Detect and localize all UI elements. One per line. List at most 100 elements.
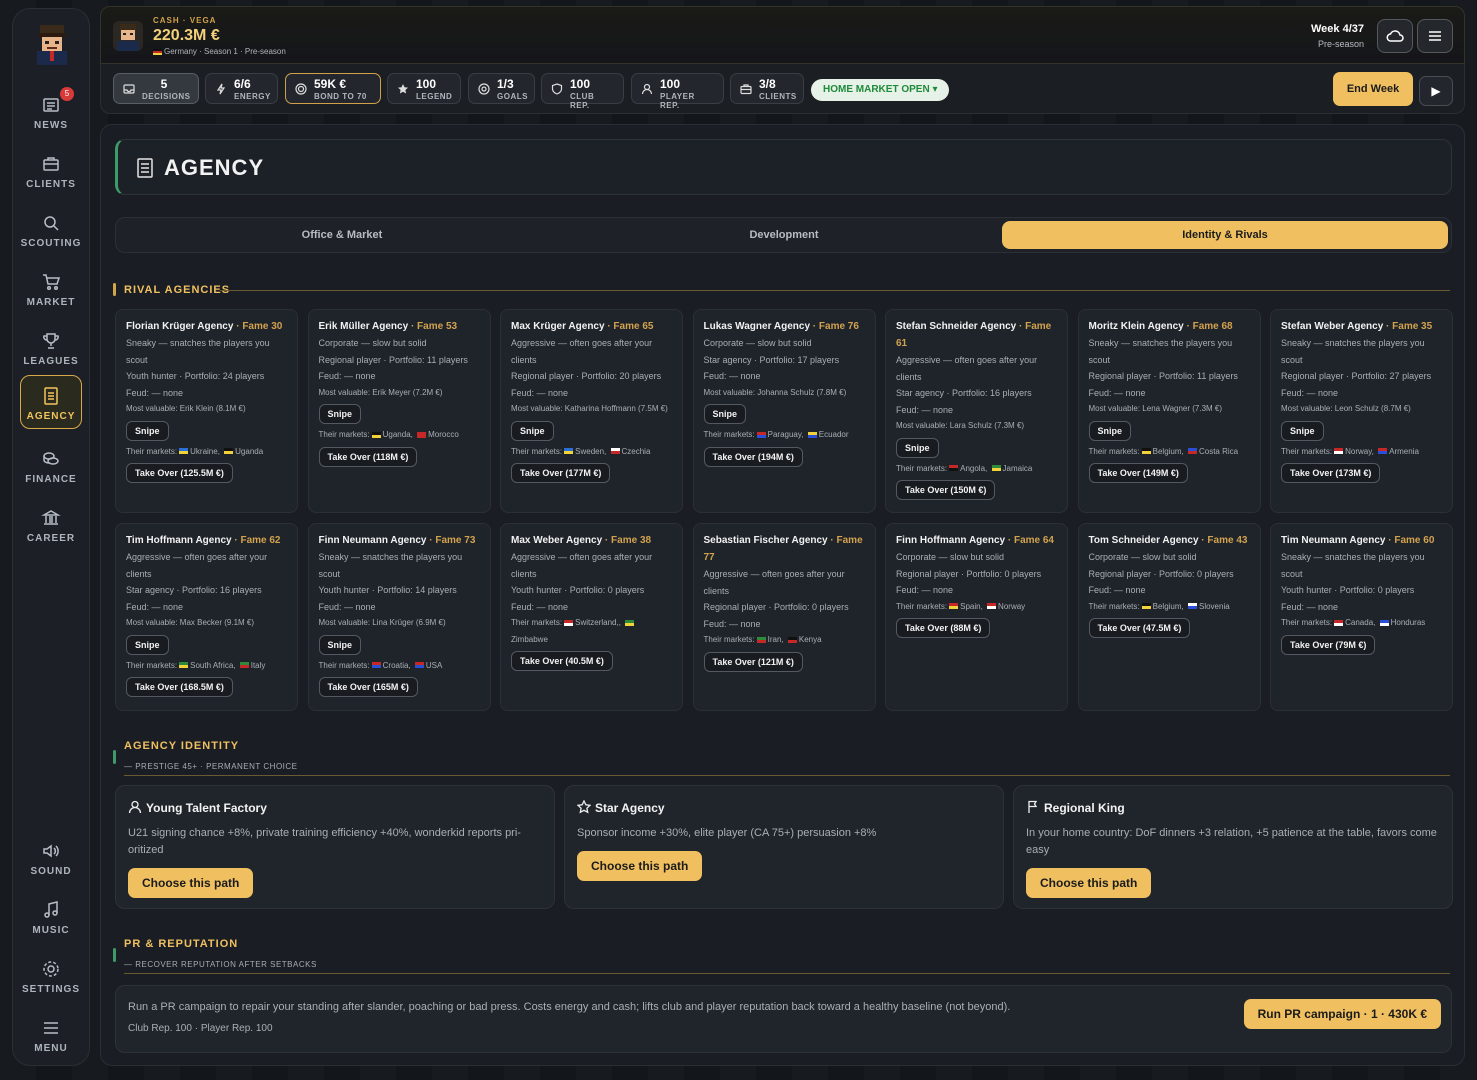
tab-development[interactable]: Development <box>561 221 1007 249</box>
nav-finance[interactable]: FINANCE <box>20 439 82 493</box>
rival-card: Moritz Klein Agency · Fame 68 Sneaky — sn… <box>1077 309 1261 513</box>
rival-fame: · Fame 53 <box>408 321 458 332</box>
snipe-button[interactable]: Snipe <box>703 404 747 424</box>
week-number: Week 4/37 <box>1310 23 1364 35</box>
take-over-button[interactable]: Take Over (88M €) <box>896 618 991 638</box>
rival-name-text: Moritz Klein Agency <box>1088 321 1184 332</box>
market-country: Italy <box>250 660 266 670</box>
country-flag-icon <box>414 662 424 669</box>
nav-label: MUSIC <box>32 925 70 936</box>
take-over-button[interactable]: Take Over (165M €) <box>318 677 418 697</box>
main-panel: AGENCY Office & Market Development Ident… <box>100 124 1465 1066</box>
take-over-button[interactable]: Take Over (173M €) <box>1281 463 1381 483</box>
choose-path-button[interactable]: Choose this path <box>128 868 254 898</box>
take-over-button[interactable]: Take Over (149M €) <box>1088 463 1188 483</box>
nav-settings[interactable]: SETTINGS <box>20 949 82 1003</box>
take-over-button[interactable]: Take Over (125.5M €) <box>126 463 233 483</box>
nav-market[interactable]: MARKET <box>20 262 82 316</box>
stat-decisions[interactable]: 5 DECISIONS <box>113 73 199 104</box>
take-over-button[interactable]: Take Over (118M €) <box>318 446 418 467</box>
snipe-button[interactable]: Snipe <box>1088 420 1132 441</box>
snipe-button[interactable]: Snipe <box>511 420 554 441</box>
tab-identity-rivals[interactable]: Identity & Rivals <box>1002 221 1448 249</box>
stat-value: 5 <box>160 77 168 91</box>
take-over-button[interactable]: Take Over (121M €) <box>703 651 803 672</box>
nav-agency[interactable]: AGENCY <box>20 375 82 429</box>
stat-clients[interactable]: 3/8 CLIENTS <box>730 73 804 104</box>
choose-path-button[interactable]: Choose this path <box>577 851 703 881</box>
rival-name-text: Max Weber Agency <box>511 535 603 546</box>
snipe-button[interactable]: Snipe <box>126 420 169 441</box>
take-over-button[interactable]: Take Over (194M €) <box>703 446 803 467</box>
music-icon <box>44 901 58 918</box>
week-indicator: Week 4/37 Pre-season <box>1311 23 1364 49</box>
rival-name-text: Erik Müller Agency <box>318 321 409 332</box>
take-over-button[interactable]: Take Over (150M €) <box>896 480 996 500</box>
rival-markets: Their markets: Sweden, Czechia <box>511 446 651 456</box>
run-pr-campaign-button[interactable]: Run PR campaign · 1 · 430K € <box>1243 999 1441 1029</box>
market-country: Uganda <box>382 430 411 439</box>
rival-card: Stefan Weber Agency · Fame 35 Sneaky — sn… <box>1270 309 1453 513</box>
snipe-button[interactable]: Snipe <box>126 634 169 655</box>
rival-detail: Feud: — none <box>1088 387 1146 398</box>
identity-card-desc: U21 signing chance +8%, private training… <box>128 827 521 856</box>
rival-markets: Their markets: Belgium, Costa Rica <box>1088 446 1239 456</box>
rival-fame: · Fame 30 <box>233 321 283 332</box>
rival-detail: Feud: — none <box>896 404 954 415</box>
snipe-button[interactable]: Snipe <box>318 404 362 424</box>
nav-career[interactable]: CAREER <box>20 498 82 552</box>
rival-markets: Their markets: South Africa, Italy <box>126 660 266 670</box>
rival-detail: Regional player · Portfolio: 11 players <box>318 354 468 365</box>
rival-detail: Aggressive — often goes after your clien… <box>511 552 653 579</box>
market-country: Czechia <box>621 446 651 456</box>
identity-card-desc: Sponsor income +30%, elite player (CA 75… <box>577 827 877 839</box>
section-title: RIVAL AGENCIES <box>124 284 231 296</box>
cloud-save-button[interactable] <box>1377 19 1413 53</box>
stat-legend[interactable]: 100 LEGEND <box>387 73 461 104</box>
country-flag-icon <box>417 431 427 438</box>
country-flag-icon <box>1187 448 1197 455</box>
choose-path-button[interactable]: Choose this path <box>1026 868 1152 898</box>
rival-markets: Their markets: Canada, Honduras <box>1281 618 1426 627</box>
take-over-button[interactable]: Take Over (79M €) <box>1281 634 1376 655</box>
take-over-button[interactable]: Take Over (40.5M €) <box>511 651 613 671</box>
rival-card: Finn Hoffmann Agency · Fame 64 Corporate … <box>885 523 1068 711</box>
rival-name-text: Stefan Weber Agency <box>1281 321 1384 332</box>
nav-music[interactable]: MUSIC <box>20 890 82 944</box>
market-country: Spain <box>960 601 981 611</box>
end-week-button[interactable]: End Week <box>1333 72 1413 106</box>
coins-icon <box>43 452 59 465</box>
identity-title-text: Young Talent Factory <box>146 801 267 815</box>
nav-sound[interactable]: SOUND <box>20 831 82 885</box>
main-menu-button[interactable] <box>1417 19 1453 53</box>
rival-fame: · Fame 68 <box>1183 321 1233 332</box>
pr-reputation-heading: PR & REPUTATION <box>113 938 238 962</box>
rival-detail: Regional player · Portfolio: 0 players <box>703 602 849 612</box>
stat-bond[interactable]: 59K € BOND TO 70 <box>285 73 381 104</box>
take-over-button[interactable]: Take Over (168.5M €) <box>126 677 233 697</box>
stat-player-rep[interactable]: 100 PLAYER REP. <box>631 73 724 110</box>
stat-energy[interactable]: 6/6 ENERGY <box>205 73 278 104</box>
snipe-button[interactable]: Snipe <box>896 437 939 458</box>
take-over-button[interactable]: Take Over (47.5M €) <box>1088 618 1191 638</box>
nav-menu[interactable]: MENU <box>20 1008 82 1062</box>
home-market-status-dropdown[interactable]: HOME MARKET OPEN ▾ <box>811 79 950 101</box>
tab-office-market[interactable]: Office & Market <box>119 221 565 249</box>
cloud-icon <box>1386 30 1404 42</box>
snipe-button[interactable]: Snipe <box>318 634 362 655</box>
market-country: USA <box>425 660 443 670</box>
country-flag-icon <box>179 662 189 669</box>
country-flag-icon <box>787 636 797 643</box>
nav-label: SCOUTING <box>20 238 82 249</box>
snipe-button[interactable]: Snipe <box>1281 420 1324 441</box>
stat-club-rep[interactable]: 100 CLUB REP. <box>541 73 624 110</box>
nav-leagues[interactable]: LEAGUES <box>20 321 82 375</box>
nav-scouting[interactable]: SCOUTING <box>20 203 82 257</box>
take-over-button[interactable]: Take Over (177M €) <box>511 463 611 483</box>
stat-goals[interactable]: 1/3 GOALS <box>468 73 535 104</box>
nav-news[interactable]: 5 NEWS <box>20 85 82 139</box>
rival-detail: Corporate — slow but solid <box>896 552 1005 562</box>
rival-most-valuable: Most valuable: Erik Meyer (7.2M €) <box>318 387 443 397</box>
nav-clients[interactable]: CLIENTS <box>20 144 82 198</box>
play-button[interactable]: ▶ <box>1419 76 1453 106</box>
